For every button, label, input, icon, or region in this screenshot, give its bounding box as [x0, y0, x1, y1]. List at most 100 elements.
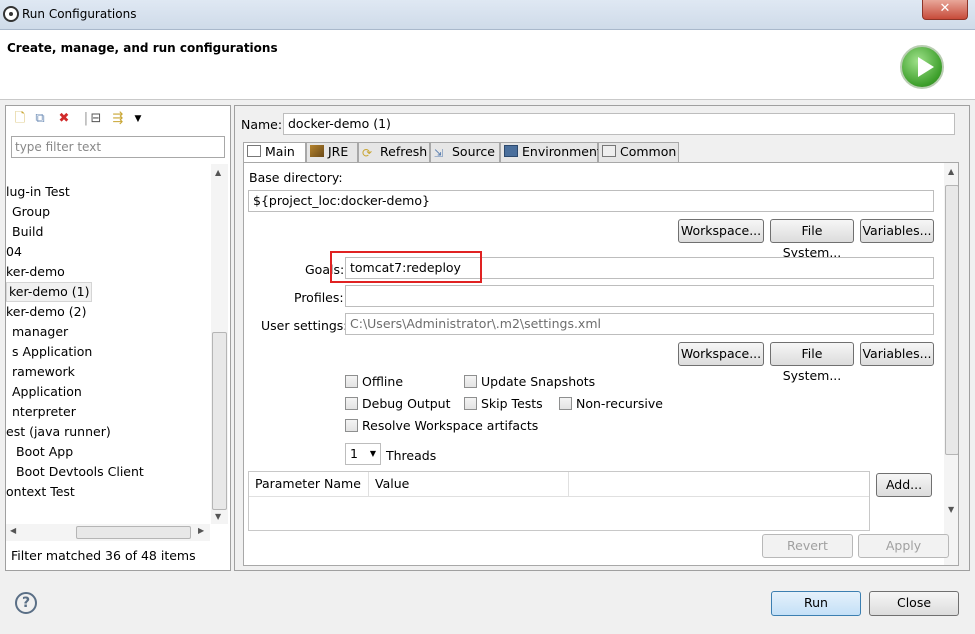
scroll-up-icon[interactable]: ▲: [215, 168, 221, 177]
list-item[interactable]: nterpreter: [12, 402, 76, 422]
user-settings-label: User settings:: [261, 318, 348, 333]
filter-input[interactable]: [11, 136, 225, 158]
offline-checkbox[interactable]: [345, 375, 358, 388]
non-recursive-label: Non-recursive: [576, 396, 663, 411]
list-item[interactable]: manager: [12, 322, 68, 342]
list-item[interactable]: ker-demo (2): [6, 302, 86, 322]
collapse-all-icon[interactable]: ⊟: [88, 111, 104, 127]
source-icon: ⇲: [434, 147, 444, 160]
duplicate-icon[interactable]: ⧉: [32, 111, 48, 127]
scrollbar-thumb[interactable]: [76, 526, 191, 539]
skip-tests-checkbox[interactable]: [464, 397, 477, 410]
tab-environment[interactable]: Environment: [500, 142, 602, 162]
header-banner: Create, manage, and run configurations: [0, 30, 975, 100]
resolve-workspace-label: Resolve Workspace artifacts: [362, 418, 539, 433]
offline-label: Offline: [362, 374, 404, 389]
eclipse-icon: [3, 6, 19, 22]
configuration-list-pane: 🗋 ⧉ ✖ | ⊟ ⇶ ▼ lug-in Test Group Build 04…: [5, 105, 231, 571]
panel-vertical-scrollbar[interactable]: ▲ ▼: [944, 163, 958, 565]
delete-icon[interactable]: ✖: [56, 111, 72, 127]
list-item[interactable]: ontext Test: [6, 482, 75, 502]
profiles-input[interactable]: [345, 285, 934, 307]
tab-jre[interactable]: JRE: [306, 142, 358, 162]
close-button[interactable]: Close: [869, 591, 959, 616]
list-item-selected[interactable]: ker-demo (1): [6, 282, 93, 302]
tab-source[interactable]: ⇲ Source: [430, 142, 500, 162]
table-row-divider: [249, 496, 869, 497]
list-item[interactable]: Group: [12, 202, 50, 222]
scroll-left-icon[interactable]: ◀: [10, 526, 16, 535]
run-button[interactable]: Run: [771, 591, 861, 616]
list-item[interactable]: Boot App: [16, 442, 73, 462]
scrollbar-thumb[interactable]: [945, 185, 958, 455]
column-header-value[interactable]: Value: [369, 472, 569, 496]
update-snapshots-label: Update Snapshots: [481, 374, 596, 389]
list-item[interactable]: Boot Devtools Client: [16, 462, 144, 482]
base-directory-input[interactable]: ${project_loc:docker-demo}: [248, 190, 934, 212]
workspace-button-2[interactable]: Workspace...: [678, 342, 764, 366]
new-configuration-icon[interactable]: 🗋: [12, 111, 28, 127]
threads-value: 1: [350, 446, 358, 461]
main-tab-icon: [247, 145, 261, 157]
filter-icon[interactable]: ⇶: [110, 111, 126, 127]
list-item[interactable]: est (java runner): [6, 422, 111, 442]
main-tab-panel: Base directory: ${project_loc:docker-dem…: [243, 162, 959, 566]
list-item[interactable]: ramework: [12, 362, 75, 382]
window-title: Run Configurations: [22, 7, 137, 21]
title-bar: Run Configurations ✕: [0, 0, 975, 30]
debug-output-checkbox[interactable]: [345, 397, 358, 410]
configuration-editor: Name: docker-demo (1) Main JRE ⟳ Refresh …: [234, 105, 970, 571]
scroll-down-icon[interactable]: ▼: [215, 512, 221, 521]
parameters-table: Parameter Name Value: [248, 471, 870, 531]
resolve-workspace-checkbox[interactable]: [345, 419, 358, 432]
profiles-label: Profiles:: [294, 290, 344, 305]
common-icon: [602, 145, 616, 157]
debug-output-label: Debug Output: [362, 396, 451, 411]
filter-status: Filter matched 36 of 48 items: [11, 548, 196, 563]
threads-select[interactable]: 1 ▼: [345, 443, 381, 465]
list-item[interactable]: lug-in Test: [6, 182, 70, 202]
list-item[interactable]: s Application: [12, 342, 92, 362]
list-item[interactable]: Application: [12, 382, 82, 402]
name-label: Name:: [241, 117, 283, 132]
scroll-up-icon[interactable]: ▲: [948, 167, 954, 176]
apply-button[interactable]: Apply: [858, 534, 949, 558]
non-recursive-checkbox[interactable]: [559, 397, 572, 410]
chevron-down-icon[interactable]: ▼: [130, 111, 146, 127]
variables-button-2[interactable]: Variables...: [860, 342, 934, 366]
chevron-down-icon: ▼: [369, 449, 376, 458]
scroll-right-icon[interactable]: ▶: [198, 526, 204, 535]
refresh-icon: ⟳: [362, 146, 373, 160]
list-item[interactable]: Build: [12, 222, 43, 242]
scrollbar-thumb[interactable]: [212, 332, 227, 510]
list-item[interactable]: ker-demo: [6, 262, 65, 282]
file-system-button[interactable]: File System...: [770, 219, 854, 260]
column-header-parameter-name[interactable]: Parameter Name: [249, 472, 369, 496]
skip-tests-label: Skip Tests: [481, 396, 543, 411]
add-button[interactable]: Add...: [876, 473, 932, 497]
name-input[interactable]: docker-demo (1): [283, 113, 955, 135]
environment-icon: [504, 145, 518, 157]
workspace-button[interactable]: Workspace...: [678, 219, 764, 243]
file-system-button-2[interactable]: File System...: [770, 342, 854, 383]
help-icon[interactable]: ?: [15, 592, 37, 614]
scroll-down-icon[interactable]: ▼: [948, 505, 954, 514]
jre-icon: [310, 145, 324, 157]
highlight-box: [330, 251, 482, 283]
tab-refresh[interactable]: ⟳ Refresh: [358, 142, 430, 162]
tab-main[interactable]: Main: [243, 142, 306, 163]
tab-common[interactable]: Common: [598, 142, 679, 162]
close-window-button[interactable]: ✕: [922, 0, 968, 20]
list-item[interactable]: 04: [6, 242, 22, 262]
configuration-tree: lug-in Test Group Build 04 ker-demo ker-…: [6, 164, 210, 524]
user-settings-input[interactable]: C:\Users\Administrator\.m2\settings.xml: [345, 313, 934, 335]
base-directory-label: Base directory:: [249, 170, 343, 185]
revert-button[interactable]: Revert: [762, 534, 853, 558]
update-snapshots-checkbox[interactable]: [464, 375, 477, 388]
tree-vertical-scrollbar[interactable]: ▲ ▼: [211, 164, 228, 524]
variables-button[interactable]: Variables...: [860, 219, 934, 243]
tree-horizontal-scrollbar[interactable]: ◀ ▶: [6, 524, 210, 541]
threads-label: Threads: [386, 448, 437, 463]
tab-bar: Main JRE ⟳ Refresh ⇲ Source Environment Co…: [243, 142, 679, 163]
list-toolbar: 🗋 ⧉ ✖ | ⊟ ⇶ ▼: [6, 106, 230, 132]
